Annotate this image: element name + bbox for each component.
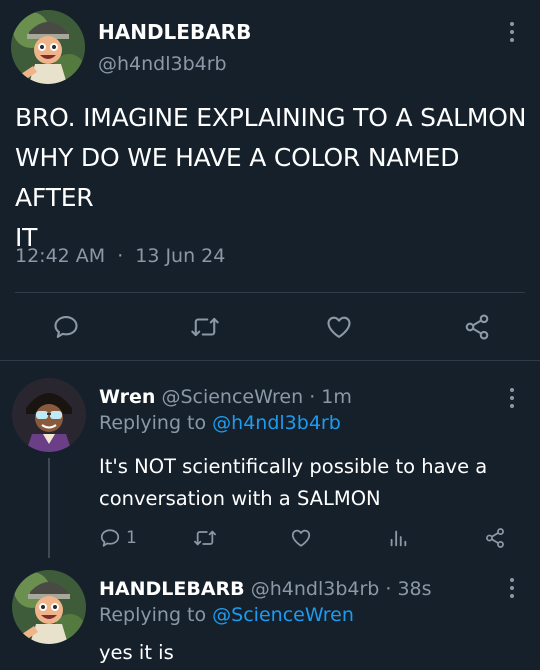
share-icon[interactable] bbox=[484, 527, 506, 549]
user-handle[interactable]: @h4ndl3b4rb bbox=[251, 578, 380, 600]
more-icon[interactable] bbox=[506, 578, 518, 598]
more-icon[interactable] bbox=[506, 22, 518, 42]
avatar[interactable] bbox=[12, 570, 86, 644]
retweet-icon[interactable] bbox=[190, 313, 220, 341]
divider bbox=[15, 292, 525, 293]
more-icon[interactable] bbox=[506, 388, 518, 408]
reply-count: 1 bbox=[126, 528, 137, 548]
section-divider bbox=[0, 360, 540, 361]
retweet-icon[interactable] bbox=[193, 527, 217, 549]
tweet-date: 13 Jun 24 bbox=[135, 245, 226, 267]
avatar[interactable] bbox=[12, 378, 86, 452]
reply-text-line: It's NOT scientifically possible to have… bbox=[99, 455, 488, 478]
user-handle[interactable]: @h4ndl3b4rb bbox=[98, 53, 227, 75]
tweet-text: BRO. IMAGINE EXPLAINING TO A SALMON WHY … bbox=[15, 98, 540, 258]
tweet-text-line: WHY DO WE HAVE A COLOR NAMED AFTER bbox=[15, 143, 460, 212]
display-name[interactable]: Wren bbox=[99, 386, 155, 408]
mention-link[interactable]: @h4ndl3b4rb bbox=[212, 412, 341, 434]
like-icon[interactable] bbox=[290, 527, 312, 549]
tweet-time: 12:42 AM bbox=[15, 245, 106, 267]
display-name[interactable]: HANDLEBARB bbox=[98, 20, 251, 44]
replying-to: Replying to @h4ndl3b4rb bbox=[99, 412, 341, 434]
display-name[interactable]: HANDLEBARB bbox=[99, 578, 245, 600]
mention-link[interactable]: @ScienceWren bbox=[212, 604, 354, 626]
reply-icon[interactable] bbox=[52, 313, 80, 341]
analytics-icon[interactable] bbox=[387, 527, 409, 549]
reply-text: yes it is bbox=[99, 641, 174, 664]
replying-label: Replying to bbox=[99, 604, 207, 626]
replying-to: Replying to @ScienceWren bbox=[99, 604, 354, 626]
reply-header: Wren @ScienceWren · 1m bbox=[99, 386, 352, 408]
tweet-text-line: BRO. IMAGINE EXPLAINING TO A SALMON bbox=[15, 103, 527, 132]
reply-text: It's NOT scientifically possible to have… bbox=[99, 451, 487, 515]
meta-separator: · bbox=[117, 245, 124, 267]
reply-text-line: conversation with a SALMON bbox=[99, 487, 381, 510]
reply-time[interactable]: · 38s bbox=[385, 578, 431, 600]
reply-time[interactable]: · 1m bbox=[309, 386, 352, 408]
user-handle[interactable]: @ScienceWren bbox=[161, 386, 303, 408]
reply-header: HANDLEBARB @h4ndl3b4rb · 38s bbox=[99, 578, 432, 600]
like-icon[interactable] bbox=[325, 313, 353, 341]
replying-label: Replying to bbox=[99, 412, 207, 434]
share-icon[interactable] bbox=[463, 313, 491, 341]
avatar[interactable] bbox=[11, 10, 85, 84]
thread-line bbox=[48, 458, 50, 558]
reply-icon[interactable]: 1 bbox=[99, 527, 137, 549]
tweet-timestamp[interactable]: 12:42 AM · 13 Jun 24 bbox=[15, 245, 225, 267]
